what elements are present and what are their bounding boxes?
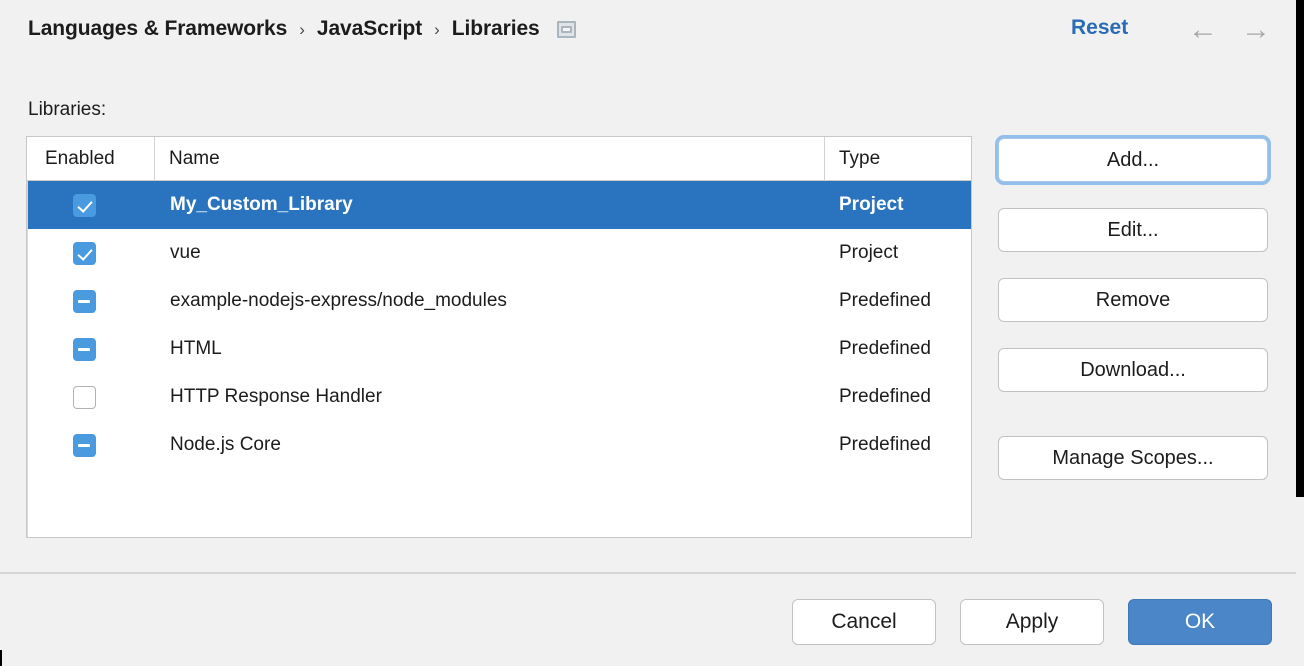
manage-scopes-button[interactable]: Manage Scopes...	[998, 436, 1268, 480]
forward-arrow-icon[interactable]: →	[1239, 15, 1273, 45]
row-enabled-cell	[28, 434, 156, 457]
table-row[interactable]: My_Custom_LibraryProject	[28, 181, 971, 229]
libraries-list[interactable]: My_Custom_LibraryProjectvueProjectexampl…	[27, 181, 971, 538]
row-enabled-cell	[28, 338, 156, 361]
enabled-checkbox[interactable]	[73, 434, 96, 457]
column-header-name[interactable]: Name	[155, 137, 825, 181]
library-type: Predefined	[825, 338, 971, 360]
enabled-checkbox[interactable]	[73, 290, 96, 313]
breadcrumb: Languages & Frameworks › JavaScript › Li…	[28, 14, 576, 44]
table-row[interactable]: HTTP Response HandlerPredefined	[28, 373, 971, 421]
breadcrumb-item-languages-frameworks[interactable]: Languages & Frameworks	[28, 17, 287, 41]
library-type: Predefined	[825, 290, 971, 312]
cancel-button[interactable]: Cancel	[792, 599, 936, 645]
enabled-checkbox[interactable]	[73, 386, 96, 409]
library-name: example-nodejs-express/node_modules	[156, 290, 825, 312]
library-actions-panel: Add... Edit... Remove Download... Manage Sco…	[998, 138, 1268, 480]
library-type: Project	[825, 194, 971, 216]
library-name: Node.js Core	[156, 434, 825, 456]
footer-divider	[0, 572, 1296, 574]
row-enabled-cell	[28, 194, 156, 217]
panel-toggle-icon[interactable]	[557, 21, 576, 38]
library-type: Predefined	[825, 434, 971, 456]
column-header-type[interactable]: Type	[825, 137, 971, 181]
right-edge-strip	[1296, 0, 1304, 497]
table-row[interactable]: Node.js CorePredefined	[28, 421, 971, 469]
back-arrow-icon[interactable]: ←	[1186, 15, 1220, 45]
libraries-table: Enabled Name Type My_Custom_LibraryProje…	[26, 136, 972, 538]
libraries-label: Libraries:	[28, 99, 106, 121]
edit-button[interactable]: Edit...	[998, 208, 1268, 252]
row-enabled-cell	[28, 290, 156, 313]
library-name: My_Custom_Library	[156, 194, 825, 216]
library-name: HTML	[156, 338, 825, 360]
table-row[interactable]: HTMLPredefined	[28, 325, 971, 373]
reset-button[interactable]: Reset	[1071, 16, 1128, 40]
remove-button[interactable]: Remove	[998, 278, 1268, 322]
row-enabled-cell	[28, 386, 156, 409]
table-row[interactable]: example-nodejs-express/node_modulesPrede…	[28, 277, 971, 325]
add-button[interactable]: Add...	[998, 138, 1268, 182]
breadcrumb-separator-icon: ›	[299, 21, 305, 38]
dialog-footer: Cancel Apply OK	[0, 596, 1296, 648]
bottom-left-corner-mark	[0, 650, 2, 666]
library-type: Project	[825, 242, 971, 264]
library-name: vue	[156, 242, 825, 264]
ok-button[interactable]: OK	[1128, 599, 1272, 645]
breadcrumb-item-libraries[interactable]: Libraries	[452, 17, 540, 41]
row-enabled-cell	[28, 242, 156, 265]
column-header-enabled[interactable]: Enabled	[27, 137, 155, 181]
breadcrumb-separator-icon: ›	[434, 21, 440, 38]
library-name: HTTP Response Handler	[156, 386, 825, 408]
enabled-checkbox[interactable]	[73, 338, 96, 361]
apply-button[interactable]: Apply	[960, 599, 1104, 645]
settings-dialog: Languages & Frameworks › JavaScript › Li…	[0, 0, 1304, 666]
download-button[interactable]: Download...	[998, 348, 1268, 392]
table-header-row: Enabled Name Type	[27, 137, 971, 181]
table-row[interactable]: vueProject	[28, 229, 971, 277]
enabled-checkbox[interactable]	[73, 242, 96, 265]
enabled-checkbox[interactable]	[73, 194, 96, 217]
dialog-header: Languages & Frameworks › JavaScript › Li…	[0, 0, 1296, 58]
breadcrumb-item-javascript[interactable]: JavaScript	[317, 17, 422, 41]
library-type: Predefined	[825, 386, 971, 408]
